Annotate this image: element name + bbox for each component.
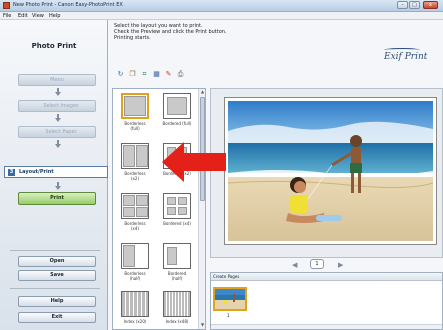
layout-scrollbar[interactable]: ▲ ▼ bbox=[198, 89, 205, 329]
layout-label: Borderless (x2) bbox=[124, 171, 146, 181]
create-pages-header: Create Pages bbox=[211, 273, 442, 281]
layout-item[interactable]: Bordered (x4) bbox=[157, 191, 197, 239]
layout-list: Borderless (full) Bordered (full) Border… bbox=[112, 88, 206, 330]
layout-item[interactable]: Index (x20) bbox=[115, 289, 155, 329]
arrow-down-icon bbox=[55, 92, 61, 96]
callout-arrow-icon bbox=[162, 142, 226, 182]
current-page-number: 1 bbox=[310, 259, 324, 269]
page-thumbnail[interactable] bbox=[213, 287, 247, 311]
next-page-icon[interactable]: ▶ bbox=[338, 261, 343, 269]
preview-area bbox=[210, 88, 443, 258]
layout-label: Borderless (full) bbox=[124, 121, 146, 131]
menu-file[interactable]: File bbox=[3, 13, 11, 19]
image-adjust-icon[interactable]: ▦ bbox=[152, 70, 161, 79]
create-pages-panel: Create Pages 1 bbox=[210, 272, 443, 330]
layout-thumb bbox=[121, 143, 149, 169]
arrow-down-icon bbox=[55, 186, 61, 190]
layout-thumb bbox=[163, 291, 191, 317]
logo-swoosh bbox=[384, 48, 420, 52]
layout-thumb bbox=[163, 193, 191, 219]
layout-label: Bordered (full) bbox=[162, 121, 192, 126]
beach-photo bbox=[228, 101, 433, 241]
layout-label: Index (x48) bbox=[165, 319, 189, 324]
maximize-button[interactable]: □ bbox=[409, 1, 420, 9]
layout-label: Bordered (x4) bbox=[163, 221, 191, 226]
instructions-text: Select the layout you want to print. Che… bbox=[114, 23, 227, 41]
print-button[interactable]: Print bbox=[18, 192, 96, 205]
scroll-up-icon[interactable]: ▲ bbox=[200, 89, 205, 95]
menu-edit[interactable]: Edit bbox=[18, 13, 28, 19]
exif-print-logo: Exif Print bbox=[384, 48, 428, 62]
layout-thumb bbox=[163, 243, 191, 269]
app-icon bbox=[3, 2, 10, 9]
exit-button[interactable]: Exit bbox=[18, 312, 96, 323]
step-number: 3 bbox=[8, 169, 15, 176]
page-thumbnail-number: 1 bbox=[227, 313, 230, 318]
layout-thumb bbox=[121, 193, 149, 219]
copy-icon[interactable]: ❐ bbox=[128, 70, 137, 79]
scroll-down-icon[interactable]: ▼ bbox=[200, 322, 205, 328]
menu-view[interactable]: View bbox=[32, 13, 44, 19]
layout-print-step[interactable]: 3 Layout/Print bbox=[4, 166, 108, 178]
crop-icon[interactable]: ⌗ bbox=[140, 70, 149, 79]
main-area: Select the layout you want to print. Che… bbox=[108, 20, 443, 330]
layout-item[interactable]: Bordered (half) bbox=[157, 241, 197, 289]
layout-thumb bbox=[121, 291, 149, 317]
exif-print-logo-text: Exif Print bbox=[384, 52, 428, 62]
window-title: New Photo Print - Canon Easy-PhotoPrint … bbox=[13, 2, 123, 8]
help-button[interactable]: Help bbox=[18, 296, 96, 307]
sidebar: Photo Print Menu Select Images Select Pa… bbox=[0, 20, 108, 330]
layout-print-label: Layout/Print bbox=[19, 169, 54, 175]
page-thumbnail-image bbox=[215, 289, 245, 309]
save-button[interactable]: Save bbox=[18, 270, 96, 281]
arrow-down-icon bbox=[55, 118, 61, 122]
divider bbox=[10, 250, 100, 251]
preview-photo[interactable] bbox=[224, 97, 437, 245]
arrow-down-icon bbox=[55, 144, 61, 148]
sidebar-heading: Photo Print bbox=[31, 42, 77, 50]
print-settings-icon[interactable]: ⎙ bbox=[176, 70, 185, 79]
select-images-label: Select Images bbox=[43, 103, 79, 109]
correct-icon[interactable]: ✎ bbox=[164, 70, 173, 79]
edit-toolbar: ↻ ❐ ⌗ ▦ ✎ ⎙ bbox=[114, 68, 234, 82]
select-images-step-button[interactable]: Select Images bbox=[18, 100, 96, 112]
layout-item[interactable]: Borderless (half) bbox=[115, 241, 155, 289]
window-titlebar: New Photo Print - Canon Easy-PhotoPrint … bbox=[0, 0, 443, 12]
select-paper-step-button[interactable]: Select Paper bbox=[18, 126, 96, 138]
page-navigator: ◀ 1 ▶ bbox=[210, 258, 443, 272]
layout-thumb bbox=[121, 243, 149, 269]
layout-item[interactable]: Borderless (x2) bbox=[115, 141, 155, 189]
close-button[interactable]: x bbox=[423, 1, 438, 9]
menu-help[interactable]: Help bbox=[49, 13, 60, 19]
layout-label: Borderless (half) bbox=[124, 271, 146, 281]
layout-item[interactable]: Borderless (x4) bbox=[115, 191, 155, 239]
layout-thumb bbox=[163, 93, 191, 119]
pages-scrollbar[interactable] bbox=[211, 324, 442, 329]
minimize-button[interactable]: – bbox=[397, 1, 408, 9]
menu-bar: File Edit View Help bbox=[0, 12, 443, 20]
layout-label: Index (x20) bbox=[123, 319, 147, 324]
menu-step-button[interactable]: Menu bbox=[18, 74, 96, 86]
previous-page-icon[interactable]: ◀ bbox=[292, 261, 297, 269]
open-button[interactable]: Open bbox=[18, 256, 96, 267]
rotate-icon[interactable]: ↻ bbox=[116, 70, 125, 79]
divider bbox=[10, 288, 100, 289]
layout-item[interactable]: Borderless (full) bbox=[115, 91, 155, 139]
layout-item[interactable]: Index (x48) bbox=[157, 289, 197, 329]
layout-item[interactable]: Bordered (full) bbox=[157, 91, 197, 139]
layout-label: Bordered (half) bbox=[167, 271, 187, 281]
select-paper-label: Select Paper bbox=[45, 129, 77, 135]
layout-label: Borderless (x4) bbox=[124, 221, 146, 231]
layout-thumb bbox=[121, 93, 149, 119]
